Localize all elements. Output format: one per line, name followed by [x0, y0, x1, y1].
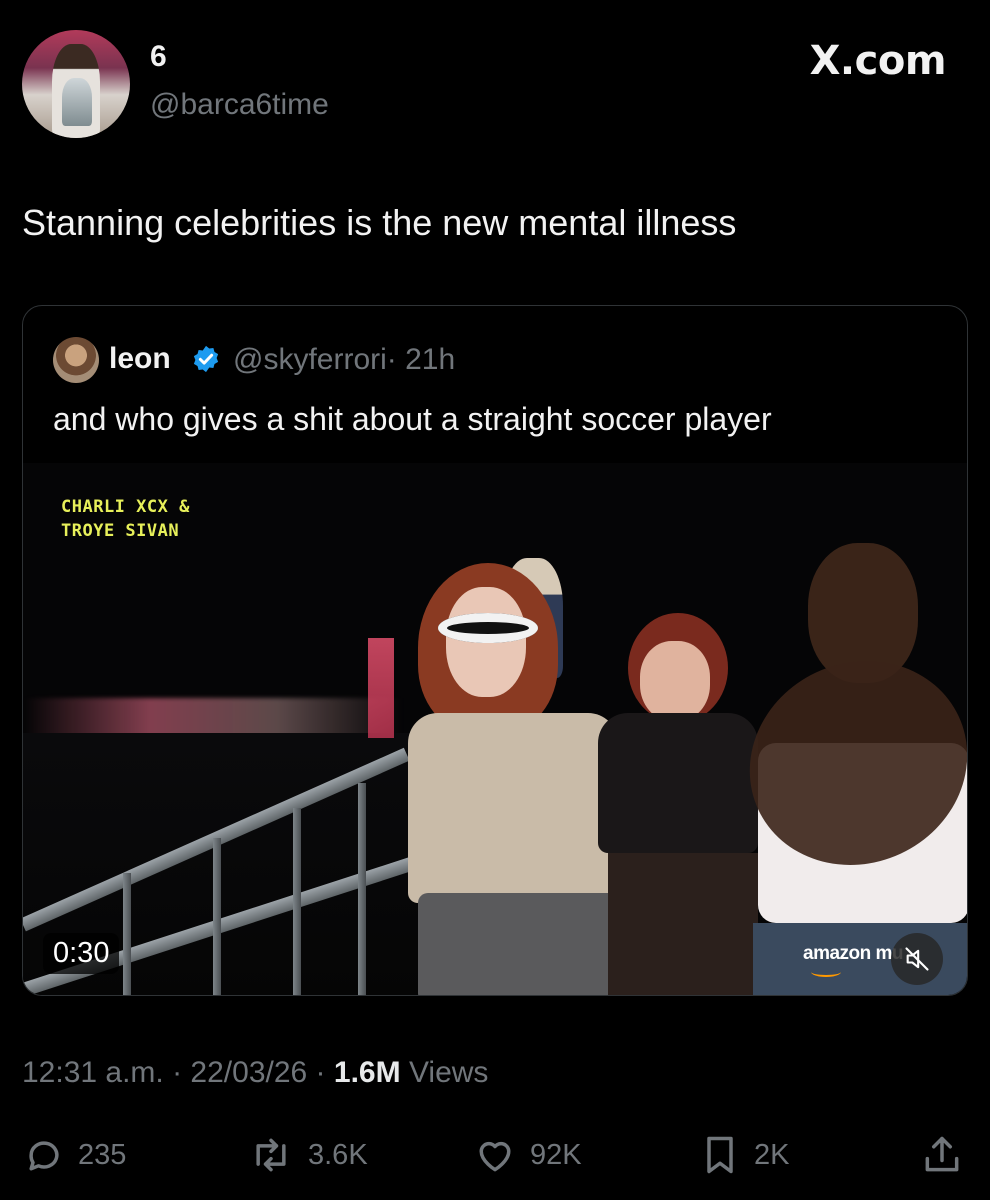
video-person-skirt — [418, 893, 618, 995]
reply-count: 235 — [78, 1138, 127, 1171]
views-count: 1.6M — [333, 1056, 401, 1089]
avatar-trophy — [62, 78, 92, 126]
video-player[interactable]: CHARLI XCX & TROYE SIVAN 0:30 amazon mu — [23, 463, 967, 995]
share-icon — [925, 1136, 959, 1172]
quoted-author-name[interactable]: leon — [109, 342, 171, 376]
quoted-tweet-card[interactable]: leon @skyferrori· 21h and who gives a sh… — [22, 305, 968, 996]
mute-button[interactable] — [891, 933, 943, 985]
speaker-muted-icon — [905, 947, 929, 971]
video-person-center — [408, 563, 618, 995]
video-person-sunglasses — [438, 613, 538, 643]
quoted-tweet-text: and who gives a shit about a straight so… — [53, 401, 772, 437]
quoted-author-handle-time[interactable]: @skyferrori· 21h — [233, 343, 455, 377]
author-avatar[interactable] — [22, 30, 130, 138]
video-duration-badge: 0:30 — [43, 933, 120, 974]
bookmark-count: 2K — [754, 1138, 790, 1171]
video-stage-light — [368, 638, 394, 738]
views-label: Views — [408, 1056, 489, 1089]
heart-icon — [479, 1141, 511, 1172]
video-person-middle — [598, 613, 768, 995]
quoted-author-avatar[interactable] — [53, 337, 99, 383]
author-handle[interactable]: @barca6time — [150, 88, 329, 122]
tweet-date: · 22/03/26 · — [172, 1056, 326, 1089]
reply-icon — [29, 1141, 59, 1171]
video-person-face — [640, 641, 710, 721]
share-button[interactable] — [920, 1130, 964, 1180]
like-count: 92K — [530, 1138, 582, 1171]
brand-logo: X.com — [809, 38, 947, 84]
action-bar: 235 3.6K 92K 2K — [0, 1130, 990, 1180]
video-railing-post — [123, 873, 131, 995]
video-watermark: amazon mu — [803, 943, 904, 977]
reply-button[interactable]: 235 — [22, 1130, 126, 1180]
video-person-pants — [608, 853, 758, 995]
tweet-text: Stanning celebrities is the new mental i… — [22, 202, 737, 243]
video-person-top — [598, 713, 758, 853]
verified-badge-icon — [193, 345, 219, 373]
video-person-top — [408, 713, 618, 903]
tweet-time[interactable]: 12:31 a.m. — [22, 1056, 164, 1089]
tweet-meta: 12:31 a.m. · 22/03/26 · 1.6M Views — [22, 1056, 488, 1090]
video-watermark-text: amazon mu — [803, 943, 904, 964]
video-overlay-title: CHARLI XCX & TROYE SIVAN — [61, 497, 190, 541]
bookmark-button[interactable]: 2K — [698, 1130, 789, 1180]
bookmark-icon — [707, 1136, 733, 1174]
quoted-time-ago: · 21h — [386, 343, 456, 376]
like-button[interactable]: 92K — [472, 1130, 582, 1180]
author-display-name[interactable]: 6 — [150, 40, 167, 74]
repost-count: 3.6K — [308, 1138, 368, 1171]
x-logo-icon: X.com — [809, 38, 947, 84]
video-city-lights — [23, 698, 403, 738]
video-person-right — [716, 543, 967, 995]
video-railing-post — [358, 783, 366, 995]
video-railing-post — [293, 808, 301, 995]
repost-button[interactable]: 3.6K — [246, 1130, 368, 1180]
video-railing-post — [213, 838, 221, 995]
repost-icon — [256, 1138, 286, 1172]
quoted-author-handle[interactable]: @skyferrori — [233, 343, 387, 376]
amazon-smile-icon — [811, 967, 841, 977]
